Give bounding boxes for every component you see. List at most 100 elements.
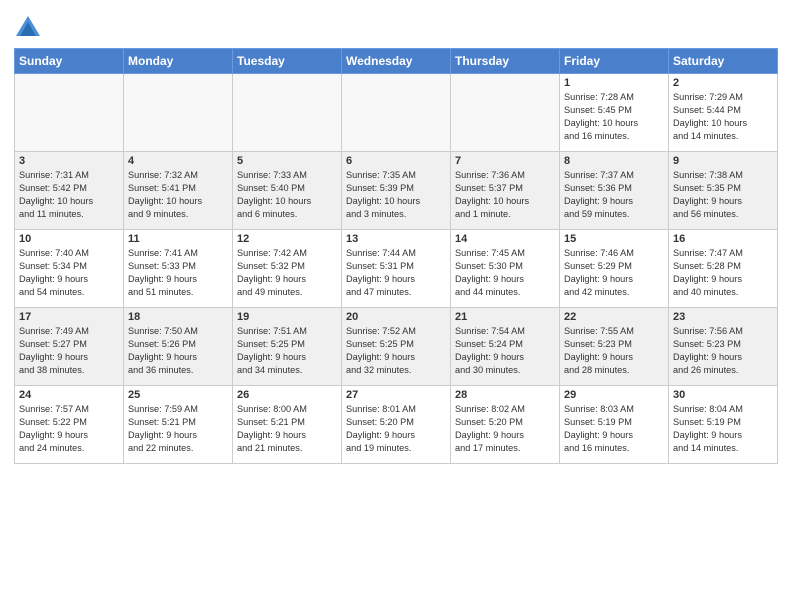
calendar-cell: 12 Sunrise: 7:42 AM Sunset: 5:32 PM Dayli…: [233, 230, 342, 308]
day-info: Sunrise: 7:42 AM Sunset: 5:32 PM Dayligh…: [237, 247, 337, 299]
day-info: Sunrise: 8:04 AM Sunset: 5:19 PM Dayligh…: [673, 403, 773, 455]
calendar-cell: 21 Sunrise: 7:54 AM Sunset: 5:24 PM Dayli…: [451, 308, 560, 386]
calendar: SundayMondayTuesdayWednesdayThursdayFrid…: [14, 48, 778, 464]
day-number: 16: [673, 233, 773, 245]
day-number: 4: [128, 155, 228, 167]
day-info: Sunrise: 7:41 AM Sunset: 5:33 PM Dayligh…: [128, 247, 228, 299]
calendar-cell: 30 Sunrise: 8:04 AM Sunset: 5:19 PM Dayli…: [669, 386, 778, 464]
day-number: 19: [237, 311, 337, 323]
calendar-week-5: 24Sunrise: 7:57 AM Sunset: 5:22 PM Dayli…: [15, 386, 778, 464]
day-info: Sunrise: 8:00 AM Sunset: 5:21 PM Dayligh…: [237, 403, 337, 455]
calendar-cell: 24Sunrise: 7:57 AM Sunset: 5:22 PM Dayli…: [15, 386, 124, 464]
day-number: 13: [346, 233, 446, 245]
day-info: Sunrise: 7:33 AM Sunset: 5:40 PM Dayligh…: [237, 169, 337, 221]
day-number: 12: [237, 233, 337, 245]
day-number: 14: [455, 233, 555, 245]
day-number: 25: [128, 389, 228, 401]
day-info: Sunrise: 7:54 AM Sunset: 5:24 PM Dayligh…: [455, 325, 555, 377]
calendar-cell: 16 Sunrise: 7:47 AM Sunset: 5:28 PM Dayli…: [669, 230, 778, 308]
day-number: 7: [455, 155, 555, 167]
day-info: Sunrise: 7:56 AM Sunset: 5:23 PM Dayligh…: [673, 325, 773, 377]
calendar-cell: 8Sunrise: 7:37 AM Sunset: 5:36 PM Daylig…: [560, 152, 669, 230]
header: [14, 10, 778, 42]
weekday-header-monday: Monday: [124, 49, 233, 74]
calendar-cell: 14 Sunrise: 7:45 AM Sunset: 5:30 PM Dayli…: [451, 230, 560, 308]
day-info: Sunrise: 7:36 AM Sunset: 5:37 PM Dayligh…: [455, 169, 555, 221]
day-number: 1: [564, 77, 664, 89]
weekday-header-friday: Friday: [560, 49, 669, 74]
day-number: 27: [346, 389, 446, 401]
calendar-cell: 28Sunrise: 8:02 AM Sunset: 5:20 PM Dayli…: [451, 386, 560, 464]
day-info: Sunrise: 7:55 AM Sunset: 5:23 PM Dayligh…: [564, 325, 664, 377]
day-number: 23: [673, 311, 773, 323]
day-number: 6: [346, 155, 446, 167]
calendar-cell: 29Sunrise: 8:03 AM Sunset: 5:19 PM Dayli…: [560, 386, 669, 464]
calendar-cell: 2 Sunrise: 7:29 AM Sunset: 5:44 PM Daylig…: [669, 74, 778, 152]
day-info: Sunrise: 7:49 AM Sunset: 5:27 PM Dayligh…: [19, 325, 119, 377]
day-info: Sunrise: 7:28 AM Sunset: 5:45 PM Dayligh…: [564, 91, 664, 143]
day-number: 21: [455, 311, 555, 323]
logo-icon: [14, 14, 42, 42]
day-info: Sunrise: 7:51 AM Sunset: 5:25 PM Dayligh…: [237, 325, 337, 377]
calendar-cell: 4 Sunrise: 7:32 AM Sunset: 5:41 PM Daylig…: [124, 152, 233, 230]
calendar-cell: 13 Sunrise: 7:44 AM Sunset: 5:31 PM Dayli…: [342, 230, 451, 308]
calendar-week-3: 10Sunrise: 7:40 AM Sunset: 5:34 PM Dayli…: [15, 230, 778, 308]
day-info: Sunrise: 8:01 AM Sunset: 5:20 PM Dayligh…: [346, 403, 446, 455]
calendar-cell: 17 Sunrise: 7:49 AM Sunset: 5:27 PM Dayli…: [15, 308, 124, 386]
day-number: 26: [237, 389, 337, 401]
calendar-cell: [342, 74, 451, 152]
day-number: 2: [673, 77, 773, 89]
calendar-week-4: 17 Sunrise: 7:49 AM Sunset: 5:27 PM Dayli…: [15, 308, 778, 386]
day-number: 11: [128, 233, 228, 245]
day-number: 24: [19, 389, 119, 401]
day-info: Sunrise: 7:29 AM Sunset: 5:44 PM Dayligh…: [673, 91, 773, 143]
calendar-cell: 5 Sunrise: 7:33 AM Sunset: 5:40 PM Daylig…: [233, 152, 342, 230]
weekday-header-sunday: Sunday: [15, 49, 124, 74]
calendar-cell: 25Sunrise: 7:59 AM Sunset: 5:21 PM Dayli…: [124, 386, 233, 464]
day-info: Sunrise: 7:35 AM Sunset: 5:39 PM Dayligh…: [346, 169, 446, 221]
day-number: 17: [19, 311, 119, 323]
day-info: Sunrise: 7:50 AM Sunset: 5:26 PM Dayligh…: [128, 325, 228, 377]
day-info: Sunrise: 7:45 AM Sunset: 5:30 PM Dayligh…: [455, 247, 555, 299]
calendar-cell: 3 Sunrise: 7:31 AM Sunset: 5:42 PM Daylig…: [15, 152, 124, 230]
calendar-cell: 22 Sunrise: 7:55 AM Sunset: 5:23 PM Dayli…: [560, 308, 669, 386]
calendar-cell: [451, 74, 560, 152]
calendar-cell: 26 Sunrise: 8:00 AM Sunset: 5:21 PM Dayli…: [233, 386, 342, 464]
day-number: 5: [237, 155, 337, 167]
day-number: 15: [564, 233, 664, 245]
day-number: 10: [19, 233, 119, 245]
day-info: Sunrise: 7:31 AM Sunset: 5:42 PM Dayligh…: [19, 169, 119, 221]
day-number: 20: [346, 311, 446, 323]
page: SundayMondayTuesdayWednesdayThursdayFrid…: [0, 0, 792, 612]
day-info: Sunrise: 7:47 AM Sunset: 5:28 PM Dayligh…: [673, 247, 773, 299]
calendar-cell: 15 Sunrise: 7:46 AM Sunset: 5:29 PM Dayli…: [560, 230, 669, 308]
calendar-cell: 1 Sunrise: 7:28 AM Sunset: 5:45 PM Daylig…: [560, 74, 669, 152]
weekday-header-row: SundayMondayTuesdayWednesdayThursdayFrid…: [15, 49, 778, 74]
weekday-header-thursday: Thursday: [451, 49, 560, 74]
day-number: 22: [564, 311, 664, 323]
logo: [14, 14, 46, 42]
calendar-cell: [233, 74, 342, 152]
calendar-cell: 7 Sunrise: 7:36 AM Sunset: 5:37 PM Daylig…: [451, 152, 560, 230]
calendar-cell: 19 Sunrise: 7:51 AM Sunset: 5:25 PM Dayli…: [233, 308, 342, 386]
day-number: 8: [564, 155, 664, 167]
weekday-header-saturday: Saturday: [669, 49, 778, 74]
calendar-cell: [124, 74, 233, 152]
calendar-cell: 20 Sunrise: 7:52 AM Sunset: 5:25 PM Dayli…: [342, 308, 451, 386]
day-info: Sunrise: 7:52 AM Sunset: 5:25 PM Dayligh…: [346, 325, 446, 377]
day-info: Sunrise: 8:02 AM Sunset: 5:20 PM Dayligh…: [455, 403, 555, 455]
calendar-cell: 6 Sunrise: 7:35 AM Sunset: 5:39 PM Daylig…: [342, 152, 451, 230]
day-info: Sunrise: 7:32 AM Sunset: 5:41 PM Dayligh…: [128, 169, 228, 221]
day-number: 18: [128, 311, 228, 323]
day-number: 3: [19, 155, 119, 167]
calendar-cell: 9Sunrise: 7:38 AM Sunset: 5:35 PM Daylig…: [669, 152, 778, 230]
day-info: Sunrise: 7:46 AM Sunset: 5:29 PM Dayligh…: [564, 247, 664, 299]
day-number: 30: [673, 389, 773, 401]
calendar-cell: 18 Sunrise: 7:50 AM Sunset: 5:26 PM Dayli…: [124, 308, 233, 386]
day-number: 9: [673, 155, 773, 167]
day-number: 29: [564, 389, 664, 401]
calendar-week-2: 3 Sunrise: 7:31 AM Sunset: 5:42 PM Daylig…: [15, 152, 778, 230]
day-info: Sunrise: 7:44 AM Sunset: 5:31 PM Dayligh…: [346, 247, 446, 299]
calendar-week-1: 1 Sunrise: 7:28 AM Sunset: 5:45 PM Daylig…: [15, 74, 778, 152]
calendar-cell: 11 Sunrise: 7:41 AM Sunset: 5:33 PM Dayli…: [124, 230, 233, 308]
